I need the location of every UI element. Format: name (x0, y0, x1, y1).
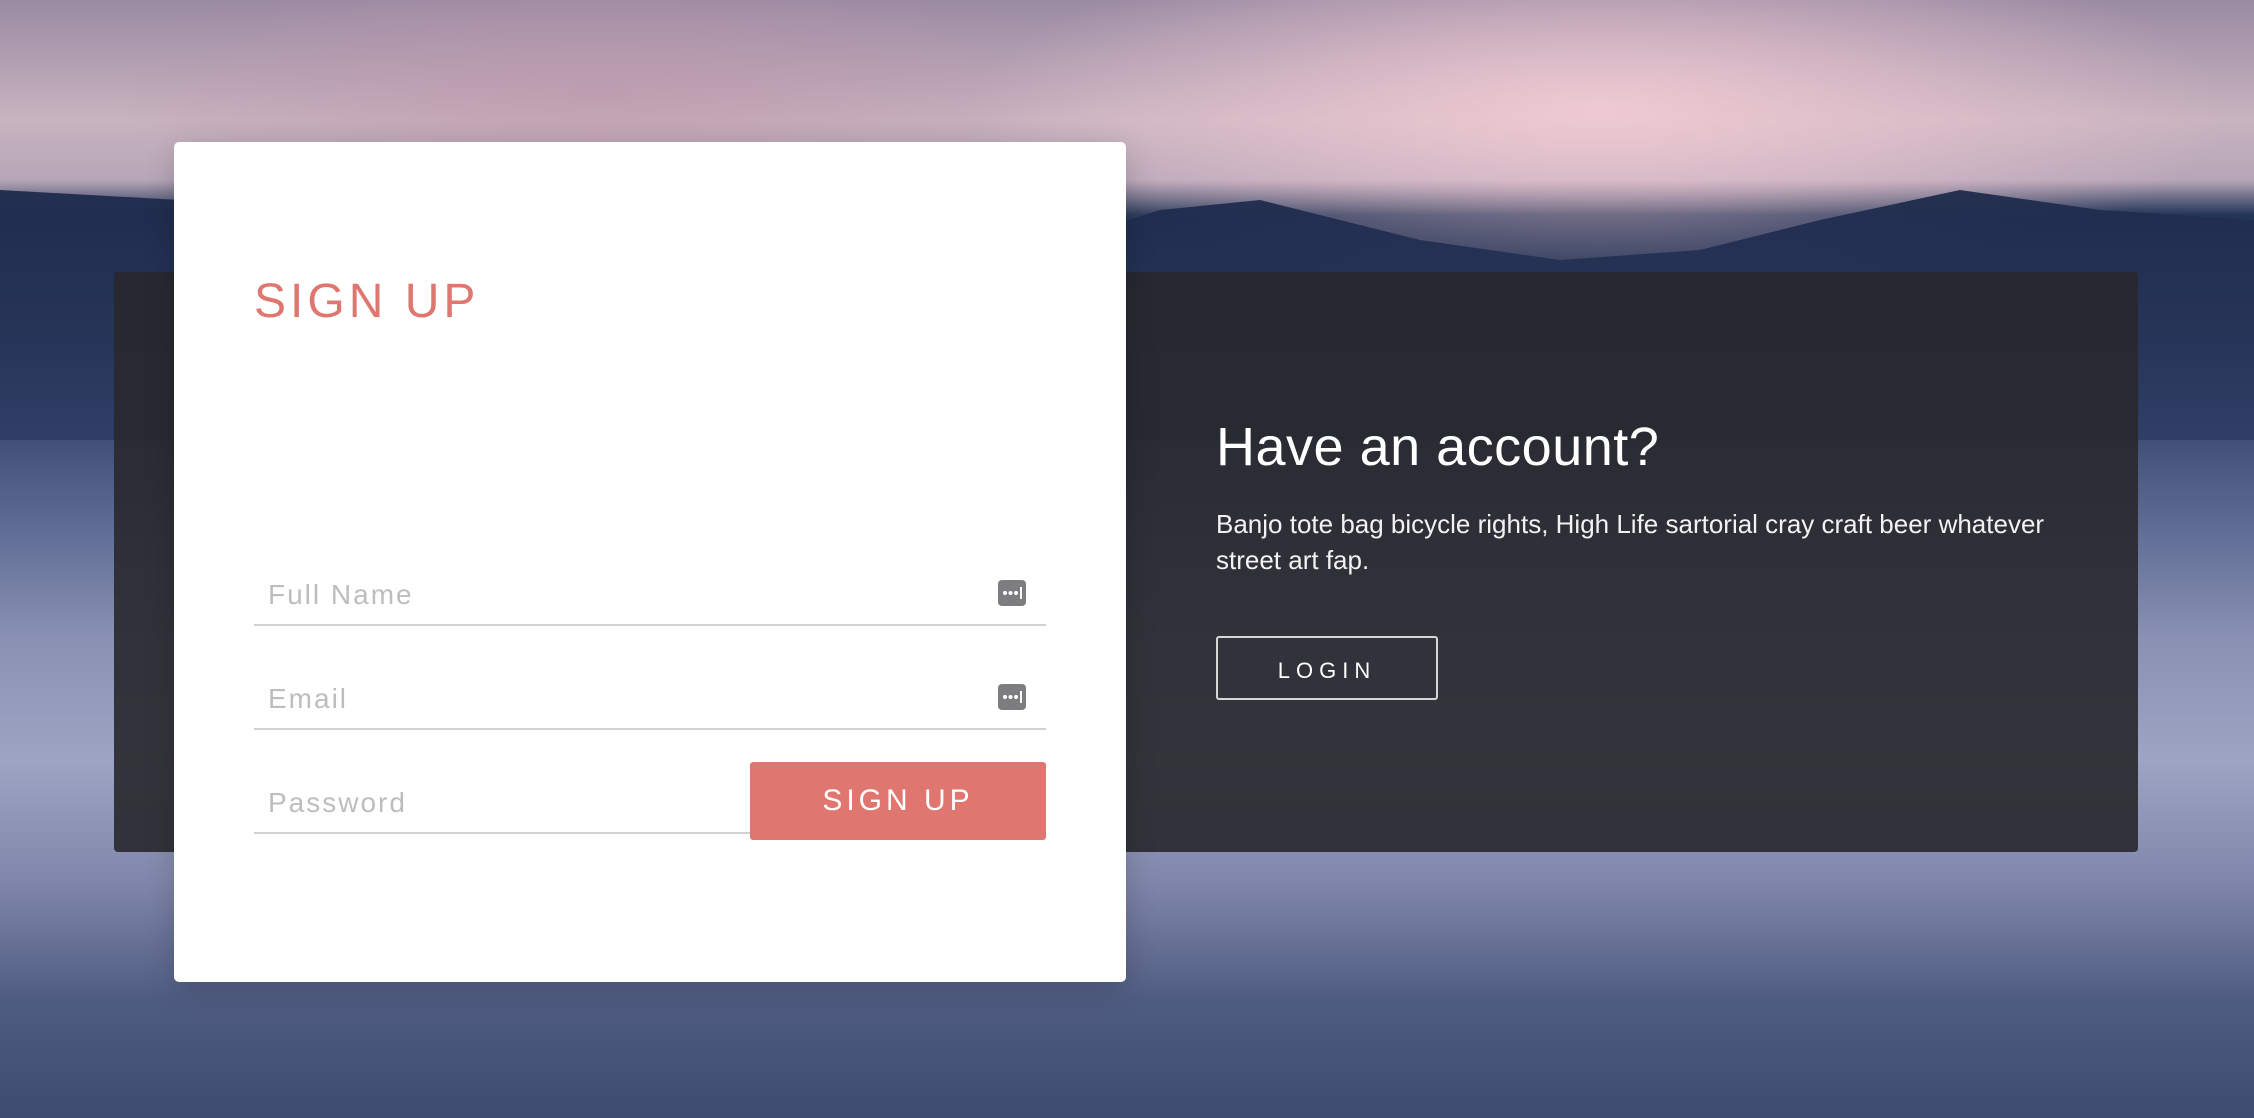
password-manager-icon[interactable] (998, 684, 1026, 710)
password-manager-icon[interactable] (998, 580, 1026, 606)
login-heading: Have an account? (1216, 417, 1660, 477)
signup-title: SIGN UP (254, 275, 480, 328)
full-name-field (254, 554, 1046, 626)
full-name-input[interactable] (266, 574, 970, 616)
email-field (254, 658, 1046, 730)
login-description: Banjo tote bag bicycle rights, High Life… (1216, 509, 2045, 575)
signup-button[interactable]: SIGN UP (750, 762, 1046, 840)
signup-card: SIGN UP Full Name Email SIGN UP (174, 142, 1126, 982)
login-section: Have an account? Banjo tote bag bicycle … (1216, 416, 2076, 700)
email-input[interactable] (266, 678, 970, 720)
login-button[interactable]: LOGIN (1216, 636, 1438, 700)
